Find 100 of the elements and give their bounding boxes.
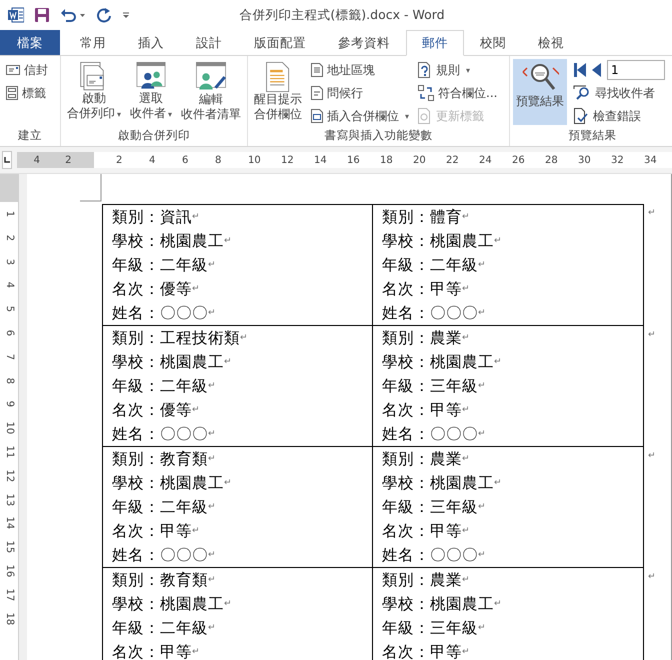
label-text: 類別：農業: [382, 570, 462, 590]
ruler-number: 13: [2, 492, 16, 508]
window-title: 合併列印主程式(標籤).docx - Word: [238, 6, 446, 24]
label-text: 名次：甲等: [382, 278, 462, 300]
label-text: 姓名：〇〇〇: [112, 544, 208, 566]
paragraph-mark: ↵: [208, 623, 216, 633]
redo-icon: [96, 7, 112, 23]
paragraph-mark: ↵: [494, 478, 502, 488]
label-text: 學校：桃園農工: [112, 472, 224, 494]
document-icon: [311, 109, 323, 123]
paragraph-mark: ↵: [478, 429, 486, 439]
group-label: 建立: [17, 128, 43, 144]
label-text: 年級：二年級: [112, 376, 208, 396]
paragraph-mark: ↵: [208, 260, 216, 270]
label-text: 名次：甲等: [382, 520, 462, 542]
label-text: 學校：桃園農工: [112, 352, 224, 372]
label-text: 年級：二年級: [382, 254, 478, 276]
envelope-icon: [6, 64, 20, 76]
ruler-number: 26: [512, 154, 526, 166]
paragraph-mark: ↵: [462, 526, 470, 536]
paragraph-mark: ↵: [208, 454, 216, 464]
label-text: 名次：優等: [112, 278, 192, 300]
ruler-number: 4: [2, 281, 16, 290]
label-text: 學校：桃園農工: [112, 230, 224, 252]
ribbon-button[interactable]: 醒目提示 合併欄位: [251, 59, 305, 125]
ribbon-button[interactable]: 問候行: [308, 82, 412, 104]
paragraph-mark: ↵: [462, 647, 470, 657]
paragraph-mark: ↵: [224, 236, 232, 246]
tab-stop-icon: [3, 156, 11, 164]
ruler-number: 17: [2, 587, 16, 603]
undo-icon: [60, 7, 86, 23]
ruler-number: 1: [2, 210, 16, 220]
ruler-number: 34: [644, 154, 658, 166]
ruler-number: 16: [347, 154, 361, 166]
file-tab[interactable]: 檔案: [0, 30, 60, 55]
ribbon-button[interactable]: 啟動 合併列印 ▾: [64, 59, 124, 125]
ruler-number: 32: [611, 154, 625, 166]
label-text: 學校：桃園農工: [382, 230, 494, 252]
previous-record-icon: [592, 63, 601, 77]
ribbon-button[interactable]: 選取 收件者 ▾: [127, 59, 175, 125]
ruler-number: 2: [116, 154, 124, 166]
ruler-number: 15: [2, 540, 16, 556]
label-sheet-icon: [6, 86, 18, 100]
ruler-number: 5: [2, 304, 16, 314]
paragraph-mark: ↵: [462, 405, 470, 415]
label-text: 類別：教育類: [112, 570, 208, 590]
ruler-number: 14: [314, 154, 328, 166]
document-icon: [311, 86, 323, 100]
ribbon-button[interactable]: 符合欄位...: [415, 82, 500, 104]
paragraph-mark: ↵: [462, 575, 470, 585]
paragraph-mark: ↵: [478, 308, 486, 318]
ribbon-button[interactable]: 標籤: [3, 82, 51, 104]
row-end-mark: ↵: [648, 451, 656, 461]
label-text: 學校：桃園農工: [382, 594, 494, 614]
paragraph-mark: ↵: [462, 454, 470, 464]
paragraph-mark: ↵: [224, 599, 232, 609]
paragraph-mark: ↵: [192, 405, 200, 415]
label-text: 類別：體育: [382, 206, 462, 228]
group-label: 書寫與插入功能變數: [324, 128, 434, 144]
ruler-number: 22: [446, 154, 460, 166]
first-record-icon: [574, 63, 586, 77]
paragraph-mark: ↵: [478, 550, 486, 560]
label-text: 類別：工程技術類: [112, 328, 240, 348]
ribbon-tab[interactable]: 郵件: [406, 30, 464, 56]
word-logo-icon: [8, 7, 24, 23]
check-document-icon: [573, 108, 589, 124]
paragraph-mark: ↵: [192, 284, 200, 294]
ruler-number: 11: [2, 444, 16, 460]
ribbon-button[interactable]: 編輯 收件者清單: [178, 59, 244, 125]
ribbon-button[interactable]: 插入合併欄位 ▾: [308, 105, 412, 127]
label-text: 名次：甲等: [112, 520, 192, 542]
ruler-number: 20: [413, 154, 427, 166]
label-text: 類別：農業: [382, 328, 462, 348]
paragraph-mark: ↵: [208, 381, 216, 391]
ribbon-button[interactable]: 尋找收件者: [570, 82, 665, 104]
ruler-number: 9: [2, 400, 16, 410]
ruler-number: 3: [2, 257, 16, 267]
ruler-number: 28: [545, 154, 559, 166]
paragraph-mark: ↵: [208, 550, 216, 560]
paragraph-mark: ↵: [208, 502, 216, 512]
save-icon: [34, 7, 50, 23]
tab-selector-button[interactable]: [2, 151, 12, 169]
paragraph-mark: ↵: [224, 357, 232, 367]
paragraph-mark: ↵: [208, 429, 216, 439]
ribbon-button[interactable]: 地址區塊: [308, 59, 412, 81]
paragraph-mark: ↵: [192, 526, 200, 536]
ribbon-button[interactable]: 規則 ▾: [415, 59, 500, 81]
paragraph-mark: ↵: [478, 381, 486, 391]
ruler-number: 6: [2, 328, 16, 338]
ribbon-button[interactable]: 信封: [3, 59, 51, 81]
label-text: 類別：教育類: [112, 448, 208, 470]
ribbon-button[interactable]: 預覽結果: [513, 59, 567, 125]
paragraph-mark: ↵: [192, 212, 200, 222]
ruler-number: 4: [34, 154, 40, 166]
ribbon-button[interactable]: 檢查錯誤: [570, 105, 665, 127]
question-document-icon: [418, 62, 432, 78]
label-text: 類別：農業: [382, 448, 462, 470]
record-number-field[interactable]: 1: [607, 60, 665, 80]
label-text: 姓名：〇〇〇: [112, 424, 208, 444]
ruler-number: 12: [2, 468, 16, 484]
